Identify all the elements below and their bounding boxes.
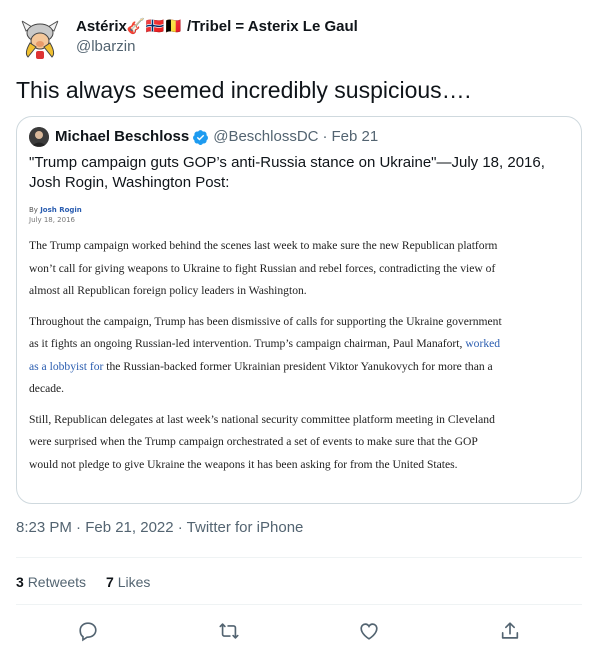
retweets-count: 3 — [16, 574, 24, 590]
likes-label: Likes — [117, 574, 151, 590]
avatar[interactable] — [16, 13, 64, 61]
article-byline: By Josh Rogin — [29, 205, 567, 215]
divider — [16, 604, 582, 605]
likes-stat[interactable]: 7 Likes — [106, 572, 150, 592]
article-text: the Russian-backed former Ukrainian pres… — [103, 359, 493, 373]
author-display-name[interactable]: Astérix🎸🇳🇴🇧🇪 /Tribel = Asterix Le Gaul — [76, 17, 358, 37]
article-paragraph-2-line-4: decade. — [29, 382, 65, 395]
article-paragraph-3-line-2: were surprised when the Trump campaign o… — [29, 435, 478, 448]
byline-author: Josh Rogin — [40, 206, 82, 214]
share-icon[interactable] — [499, 620, 521, 642]
quoted-avatar — [29, 127, 49, 147]
quoted-author-handle: @BeschlossDC — [213, 128, 319, 145]
retweets-label: Retweets — [27, 574, 87, 590]
article-text: as it fights an ongoing Russian-led inte… — [29, 337, 466, 350]
article-paragraph-2-line-1: Throughout the campaign, Trump has been … — [29, 314, 502, 328]
author-handle[interactable]: @lbarzin — [76, 37, 358, 57]
tweet: Astérix🎸🇳🇴🇧🇪 /Tribel = Asterix Le Gaul @… — [0, 0, 598, 655]
byline-by: By — [29, 206, 38, 214]
quoted-date: Feb 21 — [331, 128, 379, 145]
quoted-author-name: Michael Beschloss — [55, 128, 190, 145]
tweet-timestamp[interactable]: 8:23 PM · Feb 21, 2022 · Twitter for iPh… — [16, 518, 303, 538]
article-link-lobbyist: as a lobbyist for — [29, 359, 104, 373]
quoted-tweet-text: "Trump campaign guts GOP’s anti-Russia s… — [29, 154, 545, 191]
article-paragraph-2-line-3: as a lobbyist for the Russian-backed for… — [29, 356, 567, 379]
tweet-actions — [0, 616, 598, 646]
tweet-stats: 3 Retweets 7 Likes — [16, 572, 150, 592]
quoted-tweet[interactable]: Michael Beschloss @BeschlossDC · Feb 21 … — [16, 116, 582, 504]
tweet-text: This always seemed incredibly suspicious… — [16, 77, 472, 103]
retweet-icon[interactable] — [218, 620, 240, 642]
article-link-worked: worked — [465, 337, 501, 350]
like-icon[interactable] — [358, 620, 380, 642]
verified-icon — [193, 129, 209, 145]
author-names: Astérix🎸🇳🇴🇧🇪 /Tribel = Asterix Le Gaul @… — [76, 17, 358, 57]
article-paragraph-3-line-1: Still, Republican delegates at last week… — [29, 412, 495, 426]
article-paragraph-3-line-3: would not pledge to give Ukraine the wea… — [29, 457, 458, 471]
reply-icon[interactable] — [77, 620, 99, 642]
quoted-avatar-image — [29, 127, 49, 147]
quoted-tweet-header: Michael Beschloss @BeschlossDC · Feb 21 — [29, 127, 378, 147]
quoted-separator: · — [322, 128, 328, 145]
tweet-header: Astérix🎸🇳🇴🇧🇪 /Tribel = Asterix Le Gaul @… — [16, 12, 358, 62]
retweets-stat[interactable]: 3 Retweets — [16, 572, 86, 592]
article-paragraph-1-line-1: The Trump campaign worked behind the sce… — [29, 239, 498, 252]
article-paragraph-2-line-2: as it fights an ongoing Russian-led inte… — [29, 333, 567, 356]
article-paragraph-1-line-2: won’t call for giving weapons to Ukraine… — [29, 261, 496, 275]
divider — [16, 557, 582, 558]
article-paragraph-1-line-3: almost all Republican foreign policy lea… — [29, 284, 307, 297]
article-screenshot: By Josh Rogin July 18, 2016 The Trump ca… — [29, 205, 567, 493]
article-date: July 18, 2016 — [29, 216, 75, 224]
likes-count: 7 — [106, 574, 114, 590]
asterix-avatar-image — [16, 13, 64, 61]
